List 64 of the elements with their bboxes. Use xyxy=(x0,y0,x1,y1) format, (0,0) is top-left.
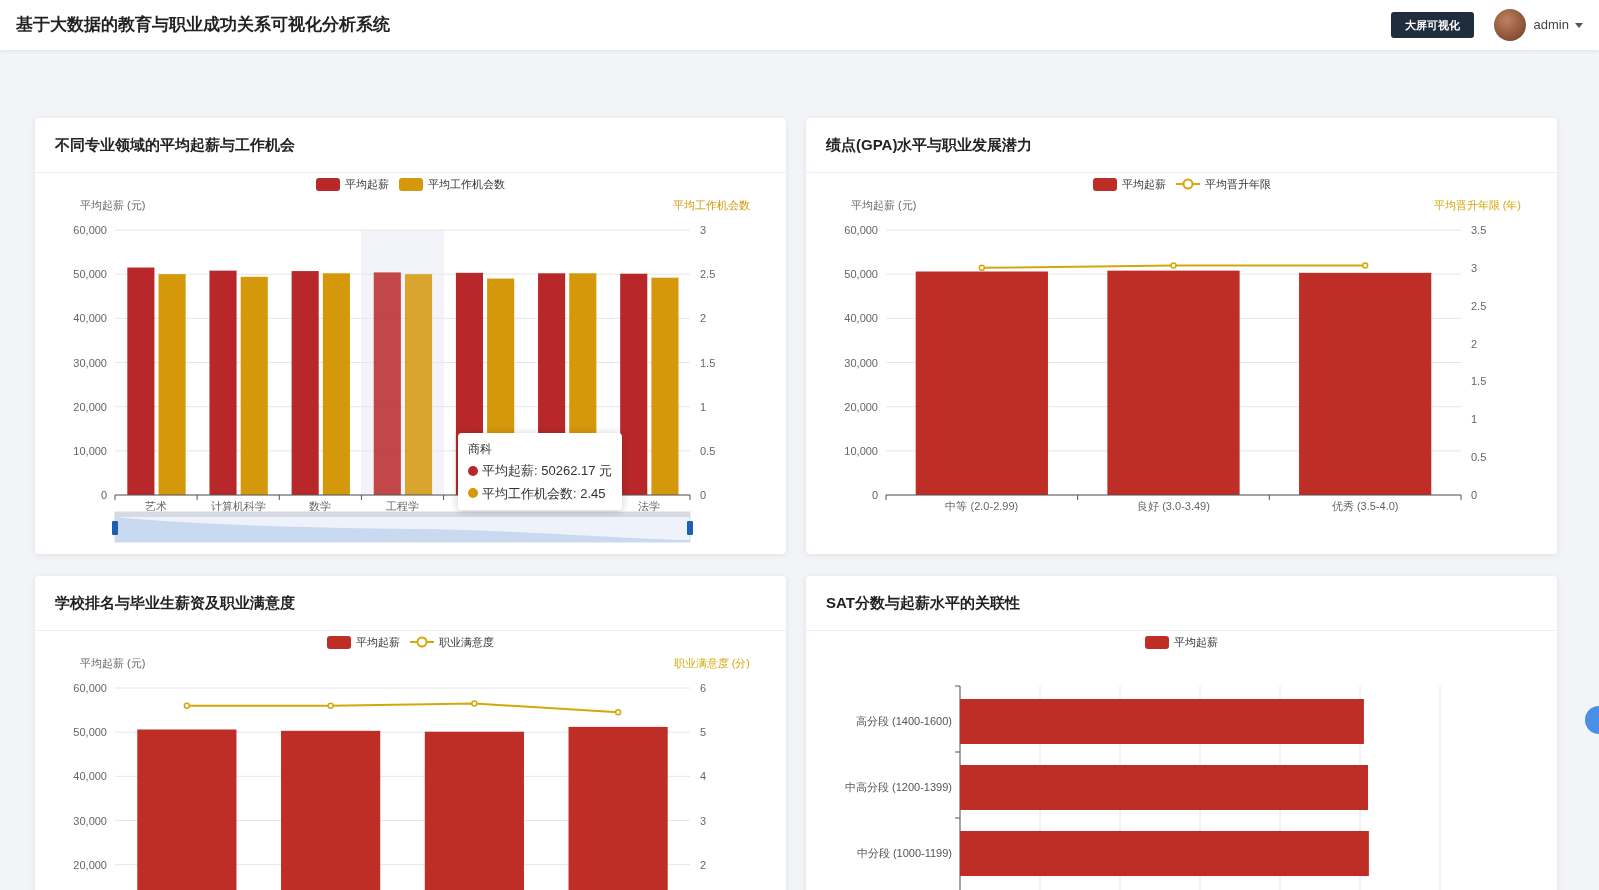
axis-label: 0 xyxy=(871,489,878,501)
axis-label: 40,000 xyxy=(73,770,107,783)
axis-label: 1 xyxy=(1471,413,1478,426)
axis-label: 0.5 xyxy=(1471,451,1487,464)
axis-label: 法学 xyxy=(637,500,660,512)
axis-label: 3 xyxy=(1471,261,1478,274)
axis-label: 3 xyxy=(700,814,707,827)
axis-title: 平均晋升年限 (年) xyxy=(1433,199,1521,211)
axis-label: 2 xyxy=(1471,337,1478,350)
axis-title: 平均起薪 (元) xyxy=(851,199,917,211)
axis-label: 2.5 xyxy=(700,268,716,281)
axis-label: 20,000 xyxy=(73,400,107,413)
axis-label: 中高分段 (1200-1399) xyxy=(845,781,952,793)
axis-label: 0.5 xyxy=(700,444,716,457)
axis-label: 3 xyxy=(700,224,707,236)
axis-label: 10,000 xyxy=(73,444,107,457)
tooltip-value: 平均起薪: 50262.17 元 xyxy=(482,462,613,480)
axis-label: 工程学 xyxy=(386,500,419,512)
axis-title: 平均工作机会数 xyxy=(673,199,750,211)
axis-label: 10,000 xyxy=(844,444,878,457)
axis-label: 60,000 xyxy=(844,224,878,236)
axis-label: 2 xyxy=(700,858,707,871)
axis-label: 30,000 xyxy=(73,356,107,369)
axis-label: 0 xyxy=(1471,489,1478,501)
card-title: SAT分数与起薪水平的关联性 xyxy=(826,592,1020,613)
card-title: 学校排名与毕业生薪资及职业满意度 xyxy=(55,592,295,613)
axis-label: 计算机科学 xyxy=(210,500,266,512)
axis-label: 1.5 xyxy=(1471,375,1487,388)
axis-label: 20,000 xyxy=(844,400,878,413)
axis-label: 50,000 xyxy=(73,268,107,281)
axis-label: 良好 (3.0-3.49) xyxy=(1137,500,1210,512)
axis-label: 0 xyxy=(700,489,707,501)
axis-label: 2.5 xyxy=(1471,299,1487,312)
axis-label: 40,000 xyxy=(844,312,878,325)
axis-label: 3.5 xyxy=(1471,224,1487,236)
app-title: 基于大数据的教育与职业成功关系可视化分析系统 xyxy=(16,14,390,37)
axis-label: 0 xyxy=(100,489,107,501)
axis-title: 平均起薪 (元) xyxy=(80,199,146,211)
axis-label: 30,000 xyxy=(844,356,878,369)
axis-label: 2 xyxy=(700,312,707,325)
axis-label: 60,000 xyxy=(73,682,107,694)
axis-label: 40,000 xyxy=(73,312,107,325)
axis-label: 5 xyxy=(700,726,707,739)
axis-label: 60,000 xyxy=(73,224,107,236)
axis-label: 6 xyxy=(700,682,707,694)
axis-title: 平均起薪 (元) xyxy=(80,657,146,669)
tooltip-title: 商科 xyxy=(468,441,493,458)
tooltip-value: 平均工作机会数: 2.45 xyxy=(482,484,606,503)
axis-label: 优秀 (3.5-4.0) xyxy=(1331,500,1399,512)
axis-label: 1 xyxy=(700,400,707,413)
axis-label: 50,000 xyxy=(73,726,107,739)
axis-label: 高分段 (1400-1600) xyxy=(856,715,952,727)
axis-title: 职业满意度 (分) xyxy=(673,657,750,669)
axis-label: 艺术 xyxy=(145,500,168,512)
card-title: 不同专业领域的平均起薪与工作机会 xyxy=(55,134,295,155)
card-title: 绩点(GPA)水平与职业发展潜力 xyxy=(826,134,1033,155)
axis-label: 1.5 xyxy=(700,356,716,369)
axis-label: 30,000 xyxy=(73,814,107,827)
axis-label: 中分段 (1000-1199) xyxy=(856,847,952,859)
axis-label: 50,000 xyxy=(844,268,878,281)
axis-label: 20,000 xyxy=(73,858,107,871)
axis-label: 中等 (2.0-2.99) xyxy=(945,500,1019,512)
axis-label: 4 xyxy=(700,770,707,783)
axis-label: 数学 xyxy=(309,500,332,512)
